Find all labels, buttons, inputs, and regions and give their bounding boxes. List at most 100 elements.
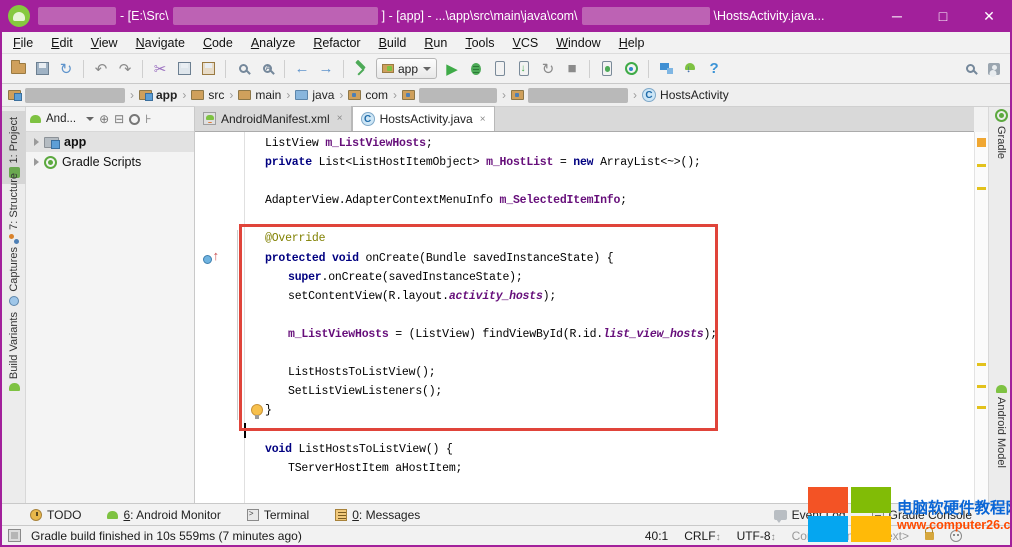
android-studio-logo-icon [8,5,30,27]
gear-icon[interactable] [129,114,140,125]
run-icon[interactable]: ▶ [440,57,464,81]
close-tab-icon[interactable]: × [480,114,486,125]
maximize-button[interactable]: □ [920,0,966,32]
menu-tools[interactable]: Tools [456,34,503,52]
caret-position[interactable]: 40:1 [645,529,668,543]
toolwindow-button-terminal[interactable]: Terminal [247,508,309,522]
redo-icon[interactable]: ↷ [113,57,137,81]
scroll-mark[interactable] [977,406,986,409]
editor-scrollbar-stripe[interactable] [974,132,988,503]
breadcrumb-item-java[interactable]: java› [295,88,348,102]
forward-icon[interactable]: → [314,57,338,81]
stop-icon[interactable]: ■ [560,57,584,81]
locate-icon[interactable]: ⊕ [99,112,109,126]
breadcrumb-item-redacted[interactable]: › [402,88,511,103]
breadcrumb-item-main[interactable]: main› [238,88,295,102]
tree-item-gradle-scripts[interactable]: Gradle Scripts [26,152,194,172]
minimize-button[interactable]: ─ [874,0,920,32]
replace-icon[interactable]: A [255,57,279,81]
menu-view[interactable]: View [82,34,127,52]
stripe-button-gradle[interactable]: Gradle [989,109,1012,159]
close-button[interactable]: ✕ [966,0,1012,32]
save-icon[interactable] [30,57,54,81]
menu-run[interactable]: Run [415,34,456,52]
tab-label: AndroidManifest.xml [221,112,330,126]
back-icon[interactable]: ← [290,57,314,81]
toolwindow-button-messages[interactable]: 0: Messages [335,508,420,522]
project-view-selector[interactable]: And... [46,113,76,125]
help-icon[interactable]: ? [702,57,726,81]
search-everywhere-icon[interactable] [958,57,982,81]
sync-gradle-icon[interactable] [619,57,643,81]
menu-navigate[interactable]: Navigate [127,34,194,52]
redacted-breadcrumb [419,88,497,103]
scroll-mark[interactable] [977,363,986,366]
menu-window[interactable]: Window [547,34,609,52]
window-controls: ─ □ ✕ [874,0,1012,32]
sync-icon[interactable]: ↻ [54,57,78,81]
breadcrumb-separator: › [182,88,186,102]
user-icon[interactable] [982,57,1006,81]
scroll-mark[interactable] [977,187,986,190]
sdk-manager-icon[interactable] [678,57,702,81]
encoding-selector[interactable]: UTF-8↕ [737,529,776,543]
paste-icon[interactable] [196,57,220,81]
menu-edit[interactable]: Edit [42,34,82,52]
stripe-button-structure[interactable]: 7: Structure [2,173,26,244]
expand-arrow-icon[interactable] [34,158,39,166]
menu-build[interactable]: Build [370,34,416,52]
collapse-all-icon[interactable]: ⊟ [114,112,124,126]
stripe-button-captures[interactable]: Captures [2,247,26,306]
run-on-device-icon[interactable] [512,57,536,81]
scroll-mark[interactable] [977,385,986,388]
override-marker-icon[interactable]: ↑ [203,252,221,266]
cut-icon[interactable]: ✂ [148,57,172,81]
debug-icon[interactable] [464,57,488,81]
scroll-mark[interactable] [977,164,986,167]
toolwindow-toggle-icon[interactable] [8,529,21,542]
expand-arrow-icon[interactable] [34,138,39,146]
open-icon[interactable] [6,57,30,81]
hide-panel-icon[interactable]: ⊦ [145,112,151,126]
copy-icon[interactable] [172,57,196,81]
breadcrumb-item-src[interactable]: src› [191,88,238,102]
menu-help[interactable]: Help [610,34,654,52]
line-ending-selector[interactable]: CRLF↕ [684,529,720,543]
device-manager-icon[interactable] [654,57,678,81]
breadcrumb: ›app›src›main›java›com›››CHostsActivity [0,84,1012,107]
breadcrumb-item-redacted[interactable]: › [511,88,642,103]
scroll-mark[interactable] [977,138,986,147]
menu-file[interactable]: File [4,34,42,52]
watermark-logo-square [851,487,891,513]
code-token: m_SelectedItemInfo [500,194,621,207]
package-icon [348,90,361,100]
toolwindow-button-androidmonitor[interactable]: 6: Android Monitor [107,508,220,522]
tab-androidmanifest[interactable]: AndroidManifest.xml × [195,106,352,131]
stripe-button-buildvariants[interactable]: Build Variants [2,312,26,391]
run-configuration-dropdown[interactable]: app [376,58,437,79]
breadcrumb-item-hostsactivity[interactable]: CHostsActivity [642,88,729,102]
find-icon[interactable] [231,57,255,81]
menu-code[interactable]: Code [194,34,242,52]
breadcrumb-item-app[interactable]: app› [139,88,191,102]
manifest-file-icon [203,112,216,125]
make-project-icon[interactable] [349,57,373,81]
close-tab-icon[interactable]: × [337,113,343,124]
tab-hostsactivity[interactable]: C HostsActivity.java × [352,106,495,131]
rerun-icon[interactable]: ↻ [536,57,560,81]
stripe-button-androidmodel[interactable]: Android Model [989,385,1012,468]
title-bar: - [E:\Src\ ] - [app] - ...\app\src\main\… [0,0,1012,32]
undo-icon[interactable]: ↶ [89,57,113,81]
messages-icon [335,509,347,521]
toolwindow-button-todo[interactable]: TODO [30,508,81,522]
code-line-16: void ListHostsToListView() { [245,440,974,459]
menu-analyze[interactable]: Analyze [242,34,304,52]
menu-refactor[interactable]: Refactor [304,34,369,52]
breadcrumb-item-com[interactable]: com› [348,88,402,102]
breadcrumb-item-redacted[interactable]: › [8,88,139,103]
attach-debugger-icon[interactable] [595,57,619,81]
profile-icon[interactable] [488,57,512,81]
code-token: private [265,156,312,169]
tree-item-app[interactable]: app [26,132,194,152]
menu-vcs[interactable]: VCS [504,34,548,52]
